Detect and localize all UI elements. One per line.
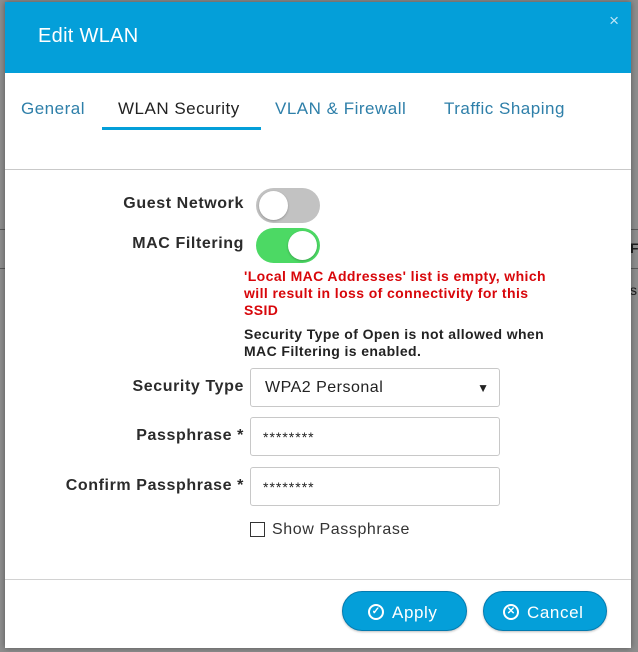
toggle-knob [259,191,288,220]
close-circle-icon: ✕ [503,604,519,620]
apply-button[interactable]: ✓ Apply [342,591,467,631]
confirm-passphrase-label: Confirm Passphrase * [65,477,244,494]
mac-list-empty-warning: 'Local MAC Addresses' list is empty, whi… [244,268,546,318]
apply-button-label: Apply [392,603,438,622]
confirm-passphrase-input[interactable] [250,467,500,506]
active-tab-indicator [102,127,261,130]
security-type-label: Security Type [132,378,244,395]
cancel-button-label: Cancel [527,603,584,622]
show-passphrase-checkbox[interactable] [250,522,265,537]
mac-filtering-label: MAC Filtering [132,235,244,252]
guest-network-label: Guest Network [123,195,244,212]
tab-wlan-security[interactable]: WLAN Security [118,99,240,119]
tab-vlan-firewall[interactable]: VLAN & Firewall [275,99,406,119]
security-type-note: Security Type of Open is not allowed whe… [244,326,545,359]
passphrase-input[interactable] [250,417,500,456]
passphrase-label: Passphrase * [136,427,244,444]
edit-wlan-dialog: Edit WLAN × General WLAN Security VLAN &… [5,2,631,648]
tab-general[interactable]: General [21,99,85,119]
security-type-select[interactable]: WPA2 Personal ▼ [250,368,500,407]
check-circle-icon: ✓ [368,604,384,620]
footer-divider [5,579,631,580]
guest-network-toggle[interactable] [256,188,320,223]
cancel-button[interactable]: ✕ Cancel [483,591,607,631]
mac-filtering-toggle[interactable] [256,228,320,263]
dialog-header: Edit WLAN × [5,2,631,73]
close-icon[interactable]: × [609,12,619,29]
toggle-knob [288,231,317,260]
dropdown-arrow-icon: ▼ [477,381,489,395]
security-type-value: WPA2 Personal [265,379,384,396]
show-passphrase-label[interactable]: Show Passphrase [272,521,410,539]
tab-bar: General WLAN Security VLAN & Firewall Tr… [5,73,631,170]
dialog-title: Edit WLAN [38,25,139,47]
tab-traffic-shaping[interactable]: Traffic Shaping [444,99,565,119]
